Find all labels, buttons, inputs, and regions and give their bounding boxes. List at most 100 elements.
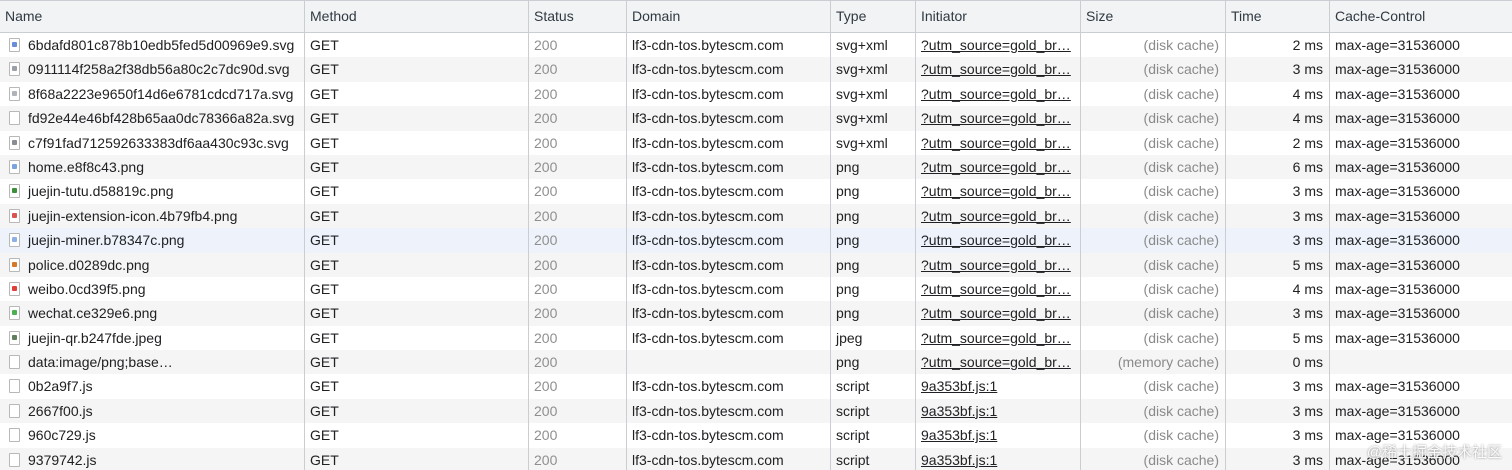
initiator-link[interactable]: ?utm_source=gold_br… bbox=[921, 208, 1071, 224]
request-name: c7f91fad712592633383df6aa430c93c.svg bbox=[0, 130, 305, 155]
table-row[interactable]: 960c729.js GET 200 lf3-cdn-tos.bytescm.com s… bbox=[0, 423, 1512, 448]
request-method: GET bbox=[305, 447, 529, 470]
request-domain: lf3-cdn-tos.bytescm.com bbox=[627, 179, 831, 204]
initiator-link[interactable]: ?utm_source=gold_br… bbox=[921, 232, 1071, 248]
request-initiator[interactable]: ?utm_source=gold_br… bbox=[916, 325, 1081, 351]
request-method: GET bbox=[305, 203, 529, 229]
initiator-link[interactable]: 9a353bf.js:1 bbox=[921, 403, 997, 419]
initiator-link[interactable]: 9a353bf.js:1 bbox=[921, 452, 997, 468]
column-header-domain[interactable]: Domain bbox=[627, 1, 831, 32]
initiator-link[interactable]: 9a353bf.js:1 bbox=[921, 378, 997, 394]
column-header-type[interactable]: Type bbox=[831, 1, 916, 32]
request-initiator[interactable]: 9a353bf.js:1 bbox=[916, 398, 1081, 424]
table-row[interactable]: c7f91fad712592633383df6aa430c93c.svg GET 2… bbox=[0, 130, 1512, 155]
request-initiator[interactable]: ?utm_source=gold_br… bbox=[916, 301, 1081, 326]
request-time: 4 ms bbox=[1226, 276, 1330, 302]
initiator-link[interactable]: ?utm_source=gold_br… bbox=[921, 86, 1071, 102]
request-status: 200 bbox=[529, 81, 627, 107]
image-file-icon bbox=[9, 330, 20, 345]
request-domain: lf3-cdn-tos.bytescm.com bbox=[627, 423, 831, 448]
request-domain: lf3-cdn-tos.bytescm.com bbox=[627, 301, 831, 326]
table-row[interactable]: juejin-tutu.d58819c.png GET 200 lf3-cdn-tos… bbox=[0, 179, 1512, 204]
request-initiator[interactable]: 9a353bf.js:1 bbox=[916, 374, 1081, 399]
request-time: 2 ms bbox=[1226, 130, 1330, 155]
request-name: juejin-extension-icon.4b79fb4.png bbox=[0, 203, 305, 229]
request-status: 200 bbox=[529, 130, 627, 155]
request-domain: lf3-cdn-tos.bytescm.com bbox=[627, 276, 831, 302]
initiator-link[interactable]: ?utm_source=gold_br… bbox=[921, 110, 1071, 126]
request-type: png bbox=[831, 252, 916, 277]
request-initiator[interactable]: ?utm_source=gold_br… bbox=[916, 179, 1081, 204]
request-initiator[interactable]: ?utm_source=gold_br… bbox=[916, 203, 1081, 229]
request-domain: lf3-cdn-tos.bytescm.com bbox=[627, 130, 831, 155]
request-initiator[interactable]: ?utm_source=gold_br… bbox=[916, 81, 1081, 107]
request-initiator[interactable]: ?utm_source=gold_br… bbox=[916, 57, 1081, 82]
initiator-link[interactable]: ?utm_source=gold_br… bbox=[921, 61, 1071, 77]
request-time: 3 ms bbox=[1226, 398, 1330, 424]
initiator-link[interactable]: 9a353bf.js:1 bbox=[921, 427, 997, 443]
request-initiator[interactable]: ?utm_source=gold_br… bbox=[916, 276, 1081, 302]
request-initiator[interactable]: ?utm_source=gold_br… bbox=[916, 154, 1081, 180]
column-header-time[interactable]: Time bbox=[1226, 1, 1330, 32]
request-cache-control: max-age=31536000 bbox=[1335, 256, 1460, 273]
request-domain: lf3-cdn-tos.bytescm.com bbox=[627, 81, 831, 107]
table-row[interactable]: 0911114f258a2f38db56a80c2c7dc90d.svg GET 2… bbox=[0, 57, 1512, 82]
initiator-link[interactable]: ?utm_source=gold_br… bbox=[921, 37, 1071, 53]
request-initiator[interactable]: ?utm_source=gold_br… bbox=[916, 106, 1081, 131]
request-size: (disk cache) bbox=[1081, 33, 1226, 58]
initiator-link[interactable]: ?utm_source=gold_br… bbox=[921, 305, 1071, 321]
request-type: png bbox=[831, 179, 916, 204]
table-row[interactable]: juejin-extension-icon.4b79fb4.png GET 200 l… bbox=[0, 203, 1512, 229]
column-header-method[interactable]: Method bbox=[305, 1, 529, 32]
request-method: GET bbox=[305, 81, 529, 107]
request-initiator[interactable]: ?utm_source=gold_br… bbox=[916, 252, 1081, 277]
table-row[interactable]: fd92e44e46bf428b65aa0dc78366a82a.svg GET 2… bbox=[0, 106, 1512, 131]
table-row[interactable]: weibo.0cd39f5.png GET 200 lf3-cdn-tos.bytes… bbox=[0, 276, 1512, 302]
request-type: png bbox=[831, 154, 916, 180]
table-row[interactable]: 2667f00.js GET 200 lf3-cdn-tos.bytescm.com s… bbox=[0, 398, 1512, 424]
request-size: (disk cache) bbox=[1081, 374, 1226, 399]
initiator-link[interactable]: ?utm_source=gold_br… bbox=[921, 159, 1071, 175]
column-header-cache-control[interactable]: Cache-Control bbox=[1330, 1, 1508, 32]
request-initiator[interactable]: 9a353bf.js:1 bbox=[916, 423, 1081, 448]
column-header-size[interactable]: Size bbox=[1081, 1, 1226, 32]
table-row[interactable]: 6bdafd801c878b10edb5fed5d00969e9.svg GET 2… bbox=[0, 33, 1512, 58]
initiator-link[interactable]: ?utm_source=gold_br… bbox=[921, 354, 1071, 370]
request-status: 200 bbox=[529, 398, 627, 424]
request-cache-control: max-age=31536000 bbox=[1335, 280, 1460, 297]
request-initiator[interactable]: 9a353bf.js:1 bbox=[916, 447, 1081, 470]
column-header-name[interactable]: Name bbox=[0, 1, 305, 32]
request-name-text: juejin-qr.b247fde.jpeg bbox=[28, 329, 162, 346]
initiator-link[interactable]: ?utm_source=gold_br… bbox=[921, 135, 1071, 151]
table-row[interactable]: police.d0289dc.png GET 200 lf3-cdn-tos.byte… bbox=[0, 252, 1512, 277]
table-row[interactable]: juejin-miner.b78347c.png GET 200 lf3-cdn-to… bbox=[0, 228, 1512, 253]
table-row[interactable]: 8f68a2223e9650f14d6e6781cdcd717a.svg GET 2… bbox=[0, 81, 1512, 107]
svg-file-icon bbox=[9, 111, 20, 126]
request-time: 3 ms bbox=[1226, 301, 1330, 326]
request-name: 6bdafd801c878b10edb5fed5d00969e9.svg bbox=[0, 33, 305, 58]
request-time: 5 ms bbox=[1226, 325, 1330, 351]
request-domain: lf3-cdn-tos.bytescm.com bbox=[627, 106, 831, 131]
request-time: 4 ms bbox=[1226, 81, 1330, 107]
table-row[interactable]: home.e8f8c43.png GET 200 lf3-cdn-tos.bytesc… bbox=[0, 154, 1512, 180]
request-initiator[interactable]: ?utm_source=gold_br… bbox=[916, 33, 1081, 58]
column-header-initiator[interactable]: Initiator bbox=[916, 1, 1081, 32]
table-row[interactable]: 0b2a9f7.js GET 200 lf3-cdn-tos.bytescm.com s… bbox=[0, 374, 1512, 399]
request-initiator[interactable]: ?utm_source=gold_br… bbox=[916, 130, 1081, 155]
initiator-link[interactable]: ?utm_source=gold_br… bbox=[921, 281, 1071, 297]
table-row[interactable]: data:image/png;base… GET 200 png ?utm_source… bbox=[0, 350, 1512, 375]
svg-file-icon bbox=[9, 86, 20, 101]
request-name: 9379742.js bbox=[0, 447, 305, 470]
table-row[interactable]: juejin-qr.b247fde.jpeg GET 200 lf3-cdn-tos.… bbox=[0, 325, 1512, 351]
initiator-link[interactable]: ?utm_source=gold_br… bbox=[921, 330, 1071, 346]
request-initiator[interactable]: ?utm_source=gold_br… bbox=[916, 228, 1081, 253]
table-row[interactable]: wechat.ce329e6.png GET 200 lf3-cdn-tos.byte… bbox=[0, 301, 1512, 326]
request-name-text: home.e8f8c43.png bbox=[28, 158, 144, 175]
request-name-text: data:image/png;base… bbox=[28, 354, 173, 371]
table-row[interactable]: 9379742.js GET 200 lf3-cdn-tos.bytescm.com s… bbox=[0, 447, 1512, 470]
column-header-status[interactable]: Status bbox=[529, 1, 627, 32]
request-initiator[interactable]: ?utm_source=gold_br… bbox=[916, 350, 1081, 375]
initiator-link[interactable]: ?utm_source=gold_br… bbox=[921, 183, 1071, 199]
request-cache-control: max-age=31536000 bbox=[1335, 61, 1460, 78]
initiator-link[interactable]: ?utm_source=gold_br… bbox=[921, 257, 1071, 273]
